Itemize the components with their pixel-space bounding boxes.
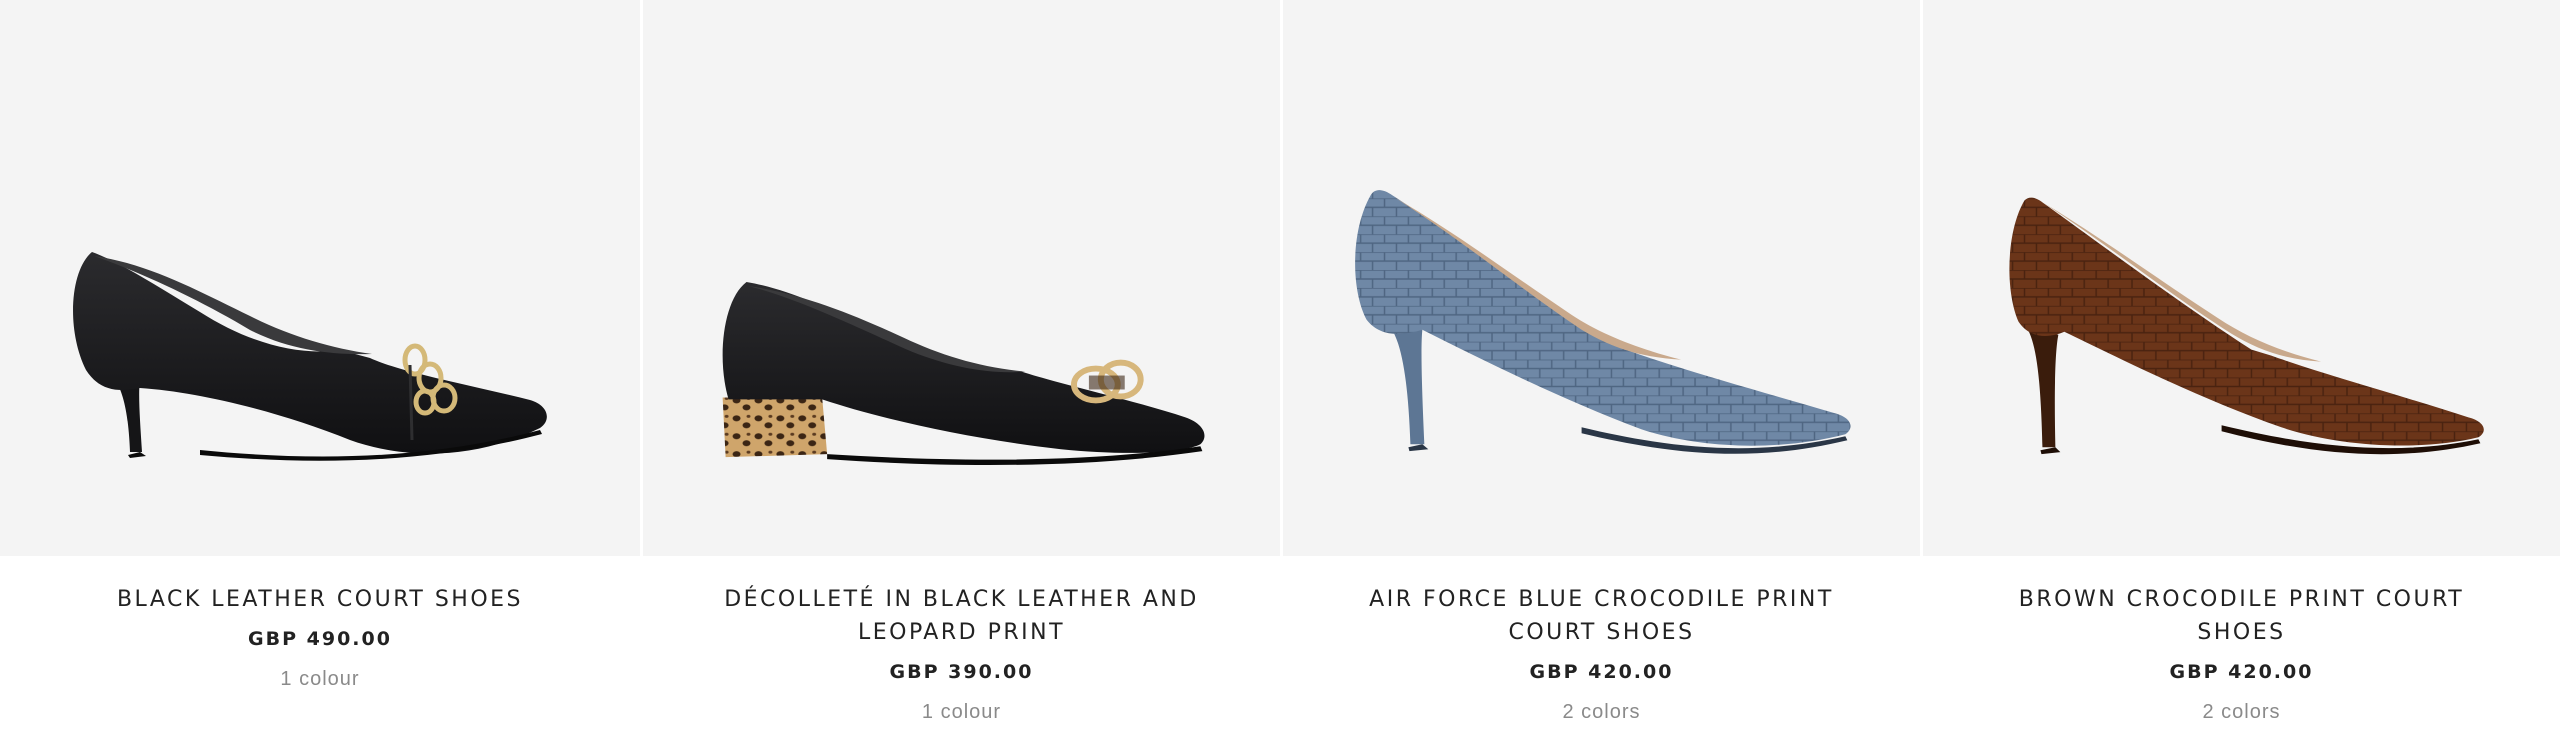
product-info: AIR FORCE BLUE CROCODILE PRINT COURT SHO… [1283,556,1920,724]
product-title[interactable]: BROWN CROCODILE PRINT COURT SHOES [1932,583,2552,649]
product-image[interactable] [1923,0,2560,556]
product-price: GBP 390.00 [889,661,1034,683]
product-card[interactable]: AIR FORCE BLUE CROCODILE PRINT COURT SHO… [1280,0,1920,745]
brown-croc-pump-icon [2009,197,2484,455]
product-price: GBP 420.00 [1529,661,1674,683]
product-title[interactable]: BLACK LEATHER COURT SHOES [10,583,630,616]
product-card[interactable]: DÉCOLLETÉ IN BLACK LEATHER AND LEOPARD P… [640,0,1280,745]
product-grid: BLACK LEATHER COURT SHOES GBP 490.00 1 c… [0,0,2560,745]
product-title[interactable]: AIR FORCE BLUE CROCODILE PRINT COURT SHO… [1292,583,1912,649]
blue-croc-pump-icon [1355,190,1851,454]
product-info: BROWN CROCODILE PRINT COURT SHOES GBP 42… [1923,556,2560,724]
product-image[interactable] [643,0,1280,556]
black-leather-court-shoe-icon [73,252,547,461]
colour-count: 1 colour [280,668,360,690]
colour-count: 2 colors [1562,701,1641,723]
product-price: GBP 490.00 [248,628,392,650]
product-image[interactable] [0,0,640,556]
product-card[interactable]: BLACK LEATHER COURT SHOES GBP 490.00 1 c… [0,0,640,745]
product-card[interactable]: BROWN CROCODILE PRINT COURT SHOES GBP 42… [1920,0,2560,745]
colour-count: 2 colors [2202,701,2281,723]
product-image[interactable] [1283,0,1920,556]
product-price: GBP 420.00 [2169,661,2314,683]
product-info: BLACK LEATHER COURT SHOES GBP 490.00 1 c… [0,556,640,691]
product-info: DÉCOLLETÉ IN BLACK LEATHER AND LEOPARD P… [643,556,1280,724]
product-title[interactable]: DÉCOLLETÉ IN BLACK LEATHER AND LEOPARD P… [652,583,1272,649]
black-leopard-flat-shoe-icon [722,281,1205,466]
colour-count: 1 colour [921,701,1002,723]
